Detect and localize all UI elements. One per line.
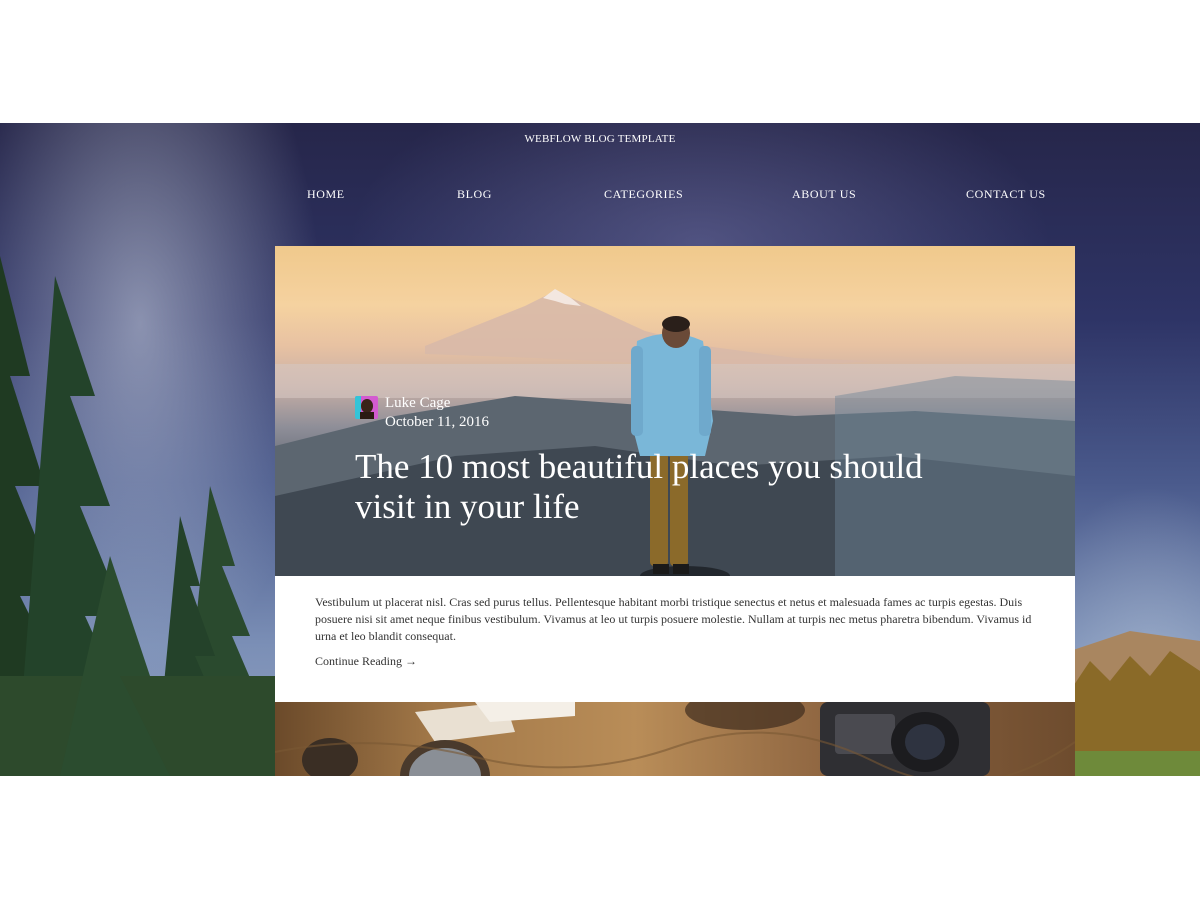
post-date: October 11, 2016 [385, 414, 490, 430]
nav-item-categories[interactable]: CATEGORIES [604, 187, 683, 202]
post-title[interactable]: The 10 most beautiful places you should … [355, 447, 955, 527]
hill-image [1070, 631, 1200, 776]
post-excerpt: Vestibulum ut placerat nisl. Cras sed pu… [315, 595, 1032, 643]
nav-item-contact-us[interactable]: CONTACT US [966, 187, 1046, 202]
pine-trees-image [0, 256, 290, 776]
next-post-image[interactable] [275, 702, 1075, 776]
nav-item-blog[interactable]: BLOG [457, 187, 492, 202]
author-avatar[interactable] [355, 396, 378, 419]
main-nav: HOME BLOG CATEGORIES ABOUT US CONTACT US [0, 187, 1200, 203]
site-title[interactable]: WEBFLOW BLOG TEMPLATE [0, 133, 1200, 145]
featured-post-image[interactable]: Luke Cage October 11, 2016 The 10 most b… [275, 246, 1075, 576]
author-name[interactable]: Luke Cage [385, 395, 450, 412]
continue-reading-link[interactable]: Continue Reading → [315, 654, 417, 669]
nav-item-about-us[interactable]: ABOUT US [792, 187, 856, 202]
nav-item-home[interactable]: HOME [307, 187, 345, 202]
featured-post-card: Luke Cage October 11, 2016 The 10 most b… [275, 246, 1075, 702]
travel-map-illustration [275, 702, 1075, 776]
